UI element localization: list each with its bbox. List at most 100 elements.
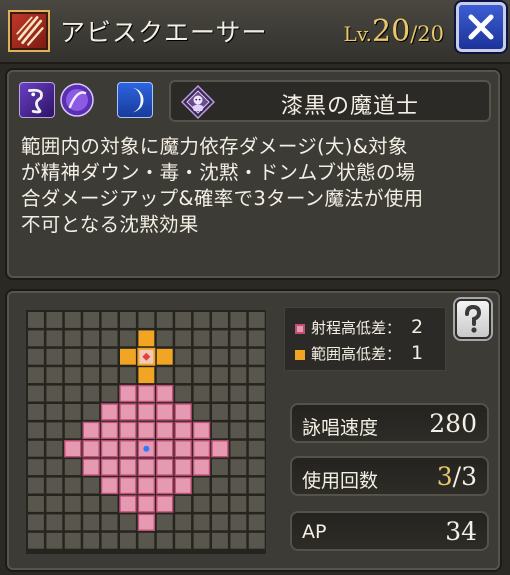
grid-cell xyxy=(46,532,63,549)
grid-cell xyxy=(248,532,265,549)
grid-cell xyxy=(212,404,228,420)
area-cell xyxy=(138,367,155,384)
grid-cell xyxy=(28,514,44,531)
class-name: 漆黒の魔道士 xyxy=(281,94,420,119)
grid-cell xyxy=(175,496,192,512)
shadow-swirl-icon xyxy=(19,82,55,118)
grid-cell xyxy=(248,385,265,402)
level-prefix: Lv. xyxy=(343,22,373,46)
range-cell xyxy=(192,440,211,458)
grid-cell xyxy=(230,404,247,420)
slash-claw-icon xyxy=(8,10,50,52)
grid-cell xyxy=(28,312,44,328)
range-cell xyxy=(174,421,192,440)
use-count-label: 使用回数 xyxy=(302,470,379,492)
range-cell xyxy=(100,458,119,476)
grid-cell xyxy=(175,348,192,365)
range-cell xyxy=(137,513,156,531)
grid-cell xyxy=(83,404,100,420)
legend-range-label: 射程高低差： xyxy=(311,319,402,337)
range-cell xyxy=(156,476,174,495)
grid-cell xyxy=(120,330,136,347)
grid-cell xyxy=(64,496,81,512)
range-cell xyxy=(100,421,119,440)
grid-cell xyxy=(193,514,210,531)
ap-value: 34 xyxy=(445,517,477,546)
range-panel: 射程高低差： 2 範囲高低差： 1 詠唱速度 280 使用回数 3/3 AP 34 xyxy=(7,291,500,570)
close-button[interactable] xyxy=(456,2,506,52)
range-cell xyxy=(137,458,156,476)
range-cell xyxy=(156,458,174,476)
range-cell xyxy=(156,440,174,458)
grid-cell xyxy=(248,367,265,384)
range-grid-svg xyxy=(28,312,265,549)
grid-cell xyxy=(64,404,81,420)
grid-cell xyxy=(230,348,247,365)
range-cell xyxy=(119,421,137,440)
grid-cell xyxy=(83,532,100,549)
grid-cell xyxy=(230,422,247,439)
grid-cell xyxy=(46,440,63,457)
range-cell xyxy=(174,476,192,495)
grid-cell xyxy=(175,532,192,549)
grid-cell xyxy=(175,514,192,531)
grid-cell xyxy=(101,385,118,402)
range-cell xyxy=(119,440,137,458)
grid-cell xyxy=(248,404,265,420)
range-cell xyxy=(192,458,211,476)
grid-cell xyxy=(28,440,44,457)
grid-cell xyxy=(248,440,265,457)
help-button[interactable] xyxy=(455,299,491,339)
area-swatch xyxy=(295,349,305,360)
grid-cell xyxy=(230,496,247,512)
crescent-moon-icon xyxy=(117,82,153,118)
grid-cell xyxy=(193,496,210,512)
range-cell xyxy=(156,384,174,403)
legend-range-value: 2 xyxy=(411,316,424,338)
grid-cell xyxy=(101,348,118,365)
grid-cell xyxy=(230,532,247,549)
grid-cell xyxy=(64,459,81,476)
grid-cell xyxy=(230,312,247,328)
grid-cell xyxy=(156,514,173,531)
grid-cell xyxy=(46,459,63,476)
description-line: が精神ダウン・毒・沈黙・ドンムブ状態の場 xyxy=(21,161,416,184)
range-cell xyxy=(156,421,174,440)
grid-cell xyxy=(248,330,265,347)
grid-cell xyxy=(28,496,44,512)
grid-cell xyxy=(138,532,155,549)
grid-cell xyxy=(230,459,247,476)
grid-cell xyxy=(64,367,81,384)
range-cell xyxy=(211,440,229,458)
grid-cell xyxy=(83,514,100,531)
grid-cell xyxy=(46,385,63,402)
range-cell xyxy=(100,440,119,458)
grid-cell xyxy=(212,330,228,347)
class-label-box: 漆黒の魔道士 xyxy=(169,80,491,122)
grid-cell xyxy=(28,348,44,365)
grid-cell xyxy=(138,312,155,328)
range-cell xyxy=(156,495,174,513)
grid-cell xyxy=(248,477,265,494)
range-cell xyxy=(100,476,119,495)
level-current: 20 xyxy=(372,14,411,49)
use-count-current: 3 xyxy=(436,462,453,491)
grid-cell xyxy=(248,459,265,476)
grid-cell xyxy=(193,532,210,549)
grid-cell xyxy=(64,532,81,549)
grid-cell xyxy=(28,459,44,476)
legend-area-row: 範囲高低差： 1 xyxy=(295,342,423,364)
grid-cell xyxy=(83,312,100,328)
range-cell xyxy=(156,403,174,421)
range-cell xyxy=(137,495,156,513)
grid-cell xyxy=(46,496,63,512)
grid-cell xyxy=(212,459,228,476)
use-count-value: 3/3 xyxy=(437,462,477,491)
grid-cell xyxy=(212,477,228,494)
range-cell xyxy=(137,384,156,403)
range-cell xyxy=(174,403,192,421)
grid-cell xyxy=(230,367,247,384)
grid-cell xyxy=(193,477,210,494)
cast-speed-label: 詠唱速度 xyxy=(302,417,379,439)
range-grid xyxy=(26,310,266,554)
